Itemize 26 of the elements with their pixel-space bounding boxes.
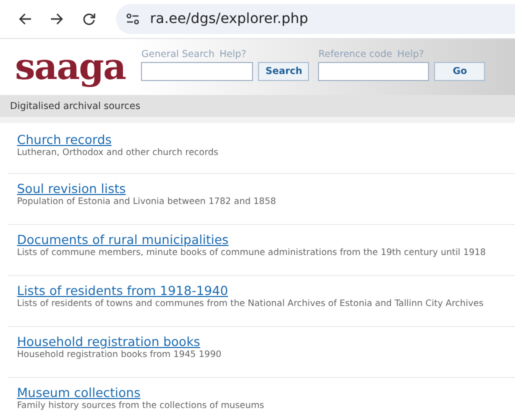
source-link[interactable]: Documents of rural municipalities xyxy=(17,233,229,247)
source-description: Lists of residents of towns and communes from the National Archives of Estonia and Tallinn City Archives xyxy=(17,298,484,310)
forward-icon[interactable] xyxy=(50,12,64,26)
source-link[interactable]: Church records xyxy=(17,133,112,147)
source-description: Family history sources from the collections of museums xyxy=(17,400,264,412)
breadcrumb-text: Digitalised archival sources xyxy=(10,100,140,112)
source-description: Household registration books from 1945 1990 xyxy=(17,349,222,361)
source-description: Lutheran, Orthodox and other church records xyxy=(17,147,218,159)
go-button[interactable]: Go xyxy=(434,62,486,81)
source-description: Lists of commune members, minute books of commune administrations from the 19th century until 1918 xyxy=(17,247,486,259)
logo[interactable]: saaga xyxy=(15,49,126,85)
field-label: Reference code xyxy=(318,49,392,62)
url-text: ra.ee/dgs/explorer.php xyxy=(150,11,308,27)
field-label: General Search xyxy=(141,49,215,62)
site-settings-icon[interactable] xyxy=(126,13,140,25)
reference-code-field[interactable] xyxy=(318,62,430,81)
search-field[interactable] xyxy=(141,62,254,81)
source-description: Population of Estonia and Livonia between 1782 and 1858 xyxy=(17,196,276,208)
back-icon[interactable] xyxy=(18,12,32,26)
source-link[interactable]: Lists of residents from 1918-1940 xyxy=(17,284,228,298)
search-button[interactable]: Search xyxy=(258,62,310,81)
source-link[interactable]: Household registration books xyxy=(17,335,200,349)
address-bar[interactable]: ra.ee/dgs/explorer.php xyxy=(116,4,515,34)
reload-icon[interactable] xyxy=(82,12,96,26)
source-link[interactable]: Soul revision lists xyxy=(17,182,126,196)
source-link[interactable]: Museum collections xyxy=(17,386,140,400)
